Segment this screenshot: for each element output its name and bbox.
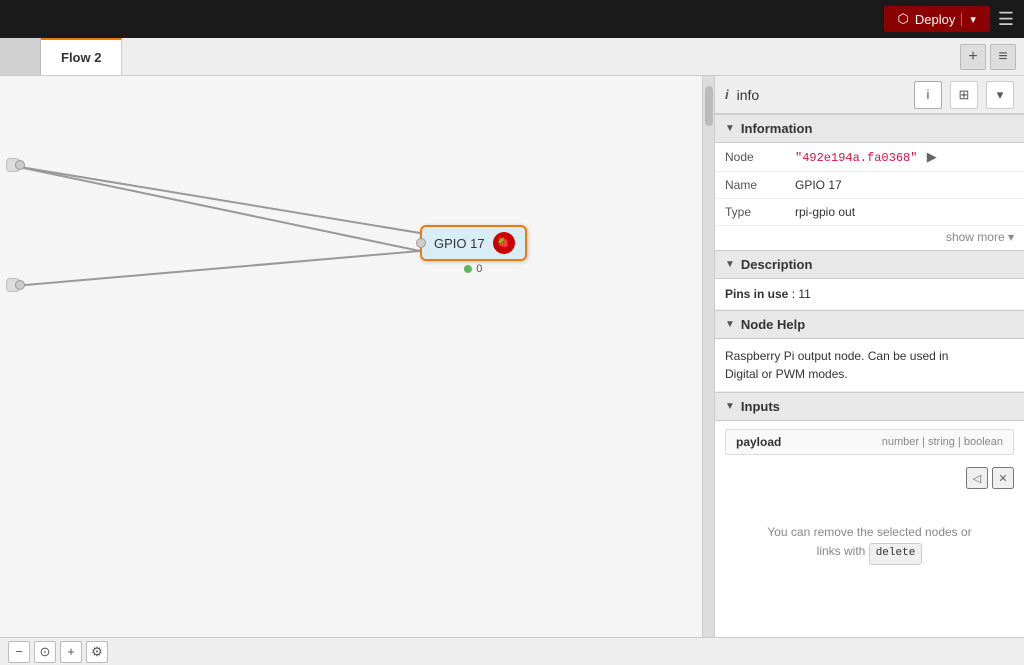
- zoom-out-btn[interactable]: −: [8, 641, 30, 663]
- inputs-content: payload number | string | boolean: [715, 421, 1024, 463]
- panel-layout-btn[interactable]: ⊞: [950, 81, 978, 109]
- gpio17-node[interactable]: GPIO 17 🍓 0: [420, 225, 527, 261]
- tab-flow2[interactable]: Flow 2: [41, 38, 122, 75]
- deploy-label: Deploy: [915, 12, 955, 27]
- input-node-1[interactable]: [6, 158, 20, 172]
- payload-row: payload number | string | boolean: [725, 429, 1014, 455]
- input-node-1-port: [15, 160, 25, 170]
- panel-content: ▼ Information Node "492e194a.fa0368" ▶ N…: [715, 114, 1024, 637]
- prev-btn[interactable]: ◁: [966, 467, 988, 489]
- show-more[interactable]: show more ▾: [715, 226, 1024, 250]
- canvas-svg: [0, 76, 702, 637]
- panel-info-icon: i: [725, 87, 729, 102]
- gpio17-node-label: GPIO 17: [434, 236, 485, 251]
- node-id-value: "492e194a.fa0368": [795, 151, 917, 165]
- name-row: Name GPIO 17: [715, 172, 1024, 199]
- name-label-cell: Name: [715, 172, 785, 199]
- payload-label: payload: [736, 435, 781, 449]
- nav-btn-row: ◁ ✕: [715, 463, 1024, 493]
- raspberry-icon: 🍓: [493, 232, 515, 254]
- panel-close-btn[interactable]: ▾: [986, 81, 1014, 109]
- canvas-scrollbar[interactable]: [702, 76, 714, 637]
- add-tab-button[interactable]: +: [960, 44, 986, 70]
- nodehelp-title: Node Help: [741, 317, 805, 332]
- pins-label: Pins in use: [725, 287, 788, 301]
- node-value-cell: "492e194a.fa0368" ▶: [785, 143, 1024, 172]
- info-table: Node "492e194a.fa0368" ▶ Name GPIO 17 Ty…: [715, 143, 1024, 226]
- input-node-2-port: [15, 280, 25, 290]
- info-chevron: ▼: [725, 123, 735, 134]
- type-value-cell: rpi-gpio out: [785, 199, 1024, 226]
- nodehelp-content: Raspberry Pi output node. Can be used in…: [715, 339, 1024, 392]
- canvas-settings-btn[interactable]: ⚙: [86, 641, 108, 663]
- deploy-button[interactable]: ⬡ Deploy ▾: [884, 6, 990, 32]
- nodehelp-line1: Raspberry Pi output node. Can be used in: [725, 349, 948, 363]
- node-tooltip-icon[interactable]: ▶: [927, 149, 937, 164]
- tabbar: Flow 2 + ≡: [0, 38, 1024, 76]
- right-panel: i info i ⊞ ▾ ▼ Information Node "492e194…: [714, 76, 1024, 637]
- topbar: ⬡ Deploy ▾ ☰: [0, 0, 1024, 38]
- nodehelp-section-header[interactable]: ▼ Node Help: [715, 310, 1024, 339]
- desc-chevron: ▼: [725, 259, 735, 270]
- scrollbar-thumb[interactable]: [705, 86, 713, 126]
- gpio17-port-in: [416, 238, 426, 248]
- panel-header: i info i ⊞ ▾: [715, 76, 1024, 114]
- type-label: number | string | boolean: [882, 436, 1003, 448]
- zoom-fit-btn[interactable]: ⊙: [34, 641, 56, 663]
- close-x-btn[interactable]: ✕: [992, 467, 1014, 489]
- delete-hint-line2: links with: [817, 544, 866, 558]
- tabbar-spacer: [122, 38, 952, 75]
- tabbar-actions: + ≡: [952, 38, 1024, 75]
- panel-title: info: [737, 87, 906, 103]
- node-label-cell: Node: [715, 143, 785, 172]
- zoom-in-btn[interactable]: +: [60, 641, 82, 663]
- inputs-section-header[interactable]: ▼ Inputs: [715, 392, 1024, 421]
- name-value-cell: GPIO 17: [785, 172, 1024, 199]
- input-node-2[interactable]: [6, 278, 20, 292]
- type-label-cell: Type: [715, 199, 785, 226]
- information-title: Information: [741, 121, 813, 136]
- main-layout: GPIO 17 🍓 0 i info i ⊞ ▾ ▼ I: [0, 76, 1024, 637]
- type-row: Type rpi-gpio out: [715, 199, 1024, 226]
- node-count: 0: [476, 263, 482, 275]
- inputs-chevron: ▼: [725, 401, 735, 412]
- information-section-header[interactable]: ▼ Information: [715, 114, 1024, 143]
- canvas-area[interactable]: GPIO 17 🍓 0: [0, 76, 702, 637]
- panel-info-btn[interactable]: i: [914, 81, 942, 109]
- hamburger-icon[interactable]: ☰: [998, 9, 1014, 30]
- deploy-chevron[interactable]: ▾: [961, 13, 976, 26]
- delete-hint-line1: You can remove the selected nodes or: [767, 525, 971, 539]
- bottom-toolbar: − ⊙ + ⚙: [0, 637, 1024, 665]
- delete-key: delete: [869, 543, 923, 565]
- pins-value: : 11: [792, 287, 811, 301]
- inputs-title: Inputs: [741, 399, 780, 414]
- description-section-header[interactable]: ▼ Description: [715, 250, 1024, 279]
- description-content: Pins in use : 11: [715, 279, 1024, 310]
- description-title: Description: [741, 257, 813, 272]
- list-tabs-button[interactable]: ≡: [990, 44, 1016, 70]
- node-status-dot: [464, 265, 472, 273]
- nodehelp-line2: Digital or PWM modes.: [725, 367, 848, 381]
- node-row: Node "492e194a.fa0368" ▶: [715, 143, 1024, 172]
- deploy-icon: ⬡: [898, 11, 909, 27]
- node-dot-row: 0: [464, 263, 482, 275]
- nodehelp-chevron: ▼: [725, 319, 735, 330]
- tab-inactive[interactable]: [0, 38, 41, 75]
- delete-hint: You can remove the selected nodes or lin…: [715, 493, 1024, 585]
